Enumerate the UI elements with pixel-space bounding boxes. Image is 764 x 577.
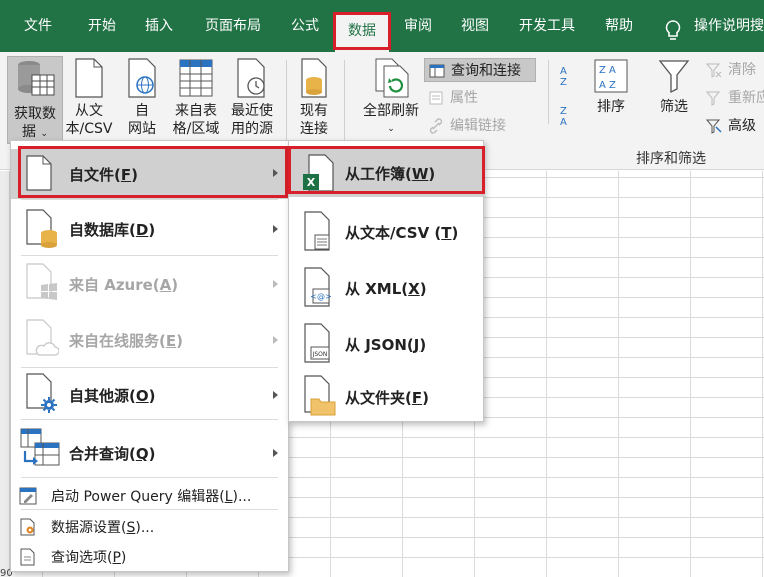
- launch-power-query-editor[interactable]: 启动 Power Query 编辑器(L)...: [11, 481, 288, 511]
- get-data-button[interactable]: 获取数 据 ⌄: [7, 56, 63, 144]
- recent-sources-button[interactable]: 最近使 用的源: [224, 58, 280, 138]
- svg-text:Z A: Z A: [599, 65, 616, 76]
- cloud-icon: [26, 319, 59, 356]
- chevron-right-icon: [273, 336, 278, 344]
- submenu-from-folder[interactable]: 从文件夹(F): [289, 371, 483, 423]
- filter-button[interactable]: 筛选: [652, 58, 696, 116]
- tab-insert[interactable]: 插入: [139, 0, 179, 52]
- chevron-right-icon: [273, 169, 278, 177]
- globe-document-icon: [128, 58, 156, 98]
- submenu-from-workbook[interactable]: X 从工作簿(W): [289, 149, 483, 197]
- database-document-icon: [301, 58, 327, 98]
- funnel-icon: [658, 60, 690, 94]
- azure-icon: [26, 263, 57, 300]
- submenu-from-text-csv[interactable]: 从文本/CSV (T): [289, 205, 483, 259]
- menu-item-combine-queries[interactable]: 合并查询(Q): [11, 423, 288, 481]
- advanced-filter-button[interactable]: 高级: [702, 114, 764, 138]
- chevron-right-icon: [273, 280, 278, 288]
- menu-item-from-file[interactable]: 自文件(F): [11, 149, 288, 199]
- tab-developer[interactable]: 开发工具: [512, 0, 582, 52]
- properties-icon: [429, 91, 443, 105]
- gear-document-icon: [26, 373, 57, 413]
- from-file-submenu: X 从工作簿(W) 从文本/CSV (T) <@> 从 XML(X) JSON …: [288, 140, 484, 422]
- query-options[interactable]: 查询选项(P): [11, 542, 288, 572]
- submenu-from-json[interactable]: JSON 从 JSON(J): [289, 317, 483, 371]
- query-options-icon: [20, 548, 35, 566]
- reapply-icon: [706, 91, 721, 106]
- menu-item-online-services[interactable]: 来自在线服务(E): [11, 313, 288, 367]
- clock-document-icon: [237, 58, 265, 98]
- existing-connections-button[interactable]: 现有 连接: [292, 58, 336, 138]
- reapply-button[interactable]: 重新应: [702, 86, 764, 110]
- row-headers: [0, 171, 10, 577]
- get-data-menu: 自文件(F) 自数据库(D) 来自 Azure(A) 来自在线服务(E) 自其他…: [10, 140, 289, 572]
- edit-links-button[interactable]: 编辑链接: [424, 114, 534, 138]
- sort-button[interactable]: Z AA Z 排序: [590, 58, 632, 116]
- chevron-down-icon: ⌄: [387, 124, 395, 134]
- data-source-settings[interactable]: 数据源设置(S)...: [11, 512, 288, 542]
- tab-view[interactable]: 视图: [455, 0, 495, 52]
- file-icon: [26, 155, 52, 191]
- menu-item-from-database[interactable]: 自数据库(D): [11, 203, 288, 255]
- excel-letter: X: [307, 176, 316, 189]
- json-glyph: JSON: [312, 351, 328, 358]
- properties-button[interactable]: 属性: [424, 86, 534, 110]
- from-web-button[interactable]: 自网站: [122, 58, 162, 138]
- clear-filter-icon: [706, 63, 722, 78]
- tab-page-layout[interactable]: 页面布局: [198, 0, 268, 52]
- menu-item-other-sources[interactable]: 自其他源(O): [11, 369, 288, 419]
- json-document-icon: JSON: [304, 323, 330, 363]
- queries-pane-icon: [429, 64, 445, 78]
- excel-workbook-icon: X: [303, 154, 334, 192]
- lightbulb-icon[interactable]: [664, 20, 682, 42]
- database-icon: [26, 209, 57, 248]
- menu-item-from-azure[interactable]: 来自 Azure(A): [11, 257, 288, 311]
- advanced-filter-icon: [706, 119, 722, 134]
- combine-tables-icon: [20, 428, 60, 466]
- database-grid-icon: [18, 61, 55, 96]
- group-sort-filter-label: 排序和筛选: [636, 151, 706, 167]
- tell-me-search[interactable]: 操作说明搜: [694, 0, 764, 52]
- table-icon: [179, 59, 213, 97]
- tab-home[interactable]: 开始: [82, 0, 122, 52]
- svg-text:A Z: A Z: [599, 80, 616, 91]
- chevron-right-icon: [273, 391, 278, 399]
- folder-icon: [304, 375, 336, 416]
- refresh-icon: [375, 58, 409, 98]
- text-document-icon: [304, 211, 330, 251]
- queries-connections-button[interactable]: 查询和连接: [424, 58, 536, 82]
- power-query-editor-icon: [19, 487, 37, 505]
- link-icon: [429, 118, 443, 134]
- submenu-from-xml[interactable]: <@> 从 XML(X): [289, 261, 483, 315]
- chevron-down-icon: ⌄: [40, 129, 48, 139]
- chevron-right-icon: [273, 449, 278, 457]
- tab-file[interactable]: 文件: [18, 0, 58, 52]
- ribbon-tab-bar: 文件 开始 插入 页面布局 公式 数据 审阅 视图 开发工具 帮助 操作说明搜: [0, 0, 764, 52]
- document-icon: [75, 58, 103, 98]
- from-table-range-button[interactable]: 来自表 格/区域: [168, 58, 224, 138]
- chevron-right-icon: [273, 225, 278, 233]
- sort-asc-icon[interactable]: AZ: [560, 66, 584, 92]
- clear-filter-button[interactable]: 清除: [702, 58, 764, 82]
- tab-review[interactable]: 审阅: [398, 0, 438, 52]
- data-source-settings-icon: [20, 518, 35, 536]
- tab-data[interactable]: 数据: [335, 12, 389, 52]
- sort-icon: Z A A Z: [594, 59, 628, 93]
- refresh-all-button[interactable]: 全部刷新 ⌄: [356, 58, 426, 138]
- xml-glyph: <@>: [310, 292, 331, 301]
- sort-desc-icon[interactable]: ZA: [560, 106, 584, 132]
- from-text-csv-button[interactable]: 从文 本/CSV: [64, 58, 114, 138]
- tab-help[interactable]: 帮助: [599, 0, 639, 52]
- xml-document-icon: <@>: [304, 267, 332, 307]
- tab-formulas[interactable]: 公式: [285, 0, 325, 52]
